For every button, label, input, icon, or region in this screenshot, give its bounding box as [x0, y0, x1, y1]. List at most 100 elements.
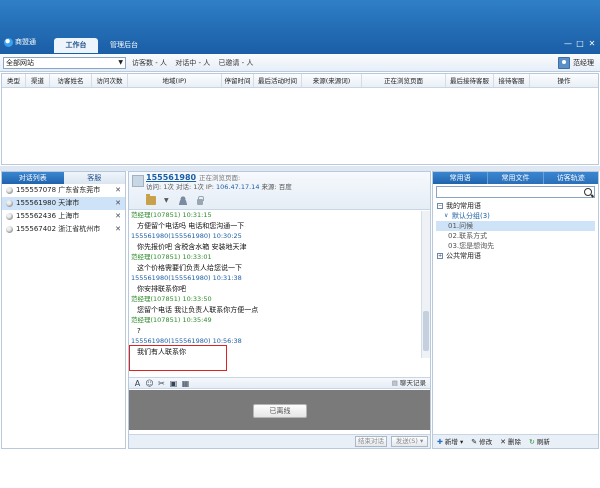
visitor-status-icon	[6, 226, 13, 233]
column-header[interactable]: 操作	[530, 74, 598, 87]
offline-button[interactable]: 已离线	[253, 404, 307, 418]
phrase-actions: ✚ 新增 ▾ ✎ 修改 ✕ 删除 ↻ 刷新	[433, 434, 598, 448]
list-item[interactable]: 155561980 天津市 ✕	[2, 197, 125, 210]
message-body: 你先报价吧 含税含水箱 安装地天津	[137, 243, 247, 251]
file-icon[interactable]: ▦	[181, 379, 190, 388]
tab-admin[interactable]: 管理后台	[104, 38, 144, 53]
chat-message: 范经理(107851) 10:33:01 这个价格需要们负责人给您说一下	[131, 253, 421, 274]
tab-agents[interactable]: 客服	[63, 172, 125, 184]
column-header[interactable]: 访客姓名	[50, 74, 92, 87]
tree-label: 公共常用语	[446, 252, 481, 260]
send-button[interactable]: 发送(S) ▾	[391, 436, 428, 447]
stat-invited: 已邀请 - 人	[218, 59, 254, 67]
tab-conversation-list[interactable]: 对话列表	[2, 172, 64, 184]
title-bar: 商盟通 工作台 管理后台 — □ ✕	[0, 0, 600, 54]
conversation-list-pane: 对话列表 客服 155557078 广东省东莞市 ✕ 155561980 天津市…	[1, 171, 126, 449]
chat-message: 155561980(155561980) 10:30:25 你先报价吧 含税含水…	[131, 232, 421, 253]
current-user[interactable]: 范经理	[558, 56, 594, 70]
search-icon[interactable]	[584, 188, 592, 196]
chevron-down-icon: ▼	[118, 59, 123, 66]
chat-message: 155561980(155561980) 10:31:38 你安排联系你吧	[131, 274, 421, 295]
tree-item[interactable]: 02.联系方式	[436, 231, 595, 241]
chat-history-link[interactable]: 聊天记录	[392, 378, 426, 389]
column-header[interactable]: 最后活动时间	[254, 74, 302, 87]
lock-icon[interactable]	[196, 195, 204, 205]
message-header: 范经理(107851) 10:33:50	[131, 295, 212, 303]
chat-scrollbar[interactable]	[421, 211, 430, 358]
folder-icon[interactable]	[146, 193, 156, 205]
phrase-search-input[interactable]	[436, 186, 595, 198]
emoji-icon[interactable]: ☺	[145, 379, 154, 388]
tab-visitor-track[interactable]: 访客轨迹	[542, 172, 598, 184]
font-icon[interactable]: A	[133, 379, 142, 388]
refresh-button[interactable]: ↻ 刷新	[525, 436, 554, 448]
site-select[interactable]: 全部网站 ▼	[3, 57, 126, 69]
close-icon[interactable]: ✕	[115, 184, 121, 197]
tree-node-my-phrases[interactable]: − 我的常用语	[436, 201, 595, 211]
maximize-icon[interactable]: □	[575, 39, 585, 49]
tab-workbench[interactable]: 工作台	[54, 38, 98, 53]
image-icon[interactable]: ▣	[169, 379, 178, 388]
scrollbar-thumb[interactable]	[423, 311, 429, 351]
tree-node-public-phrases[interactable]: + 公共常用语	[436, 251, 595, 261]
tree-item[interactable]: 03.您是想询先	[436, 241, 595, 251]
message-body: 你安排联系你吧	[137, 285, 186, 293]
logo-icon	[4, 37, 13, 47]
message-body: 方便留个电话吗 电话和您沟通一下	[137, 222, 245, 230]
end-conversation-button[interactable]: 结束对话	[355, 436, 387, 447]
visitor-status-icon	[6, 213, 13, 220]
column-header[interactable]: 访问次数	[92, 74, 128, 87]
column-header[interactable]: 渠道	[26, 74, 50, 87]
tree-item[interactable]: 01.问候	[436, 221, 595, 231]
chat-actions: 结束对话 发送(S) ▾	[129, 434, 430, 448]
site-select-value: 全部网站	[6, 59, 34, 67]
delete-icon: ✕	[500, 437, 506, 446]
message-header: 155561980(155561980) 10:30:25	[131, 232, 242, 240]
input-toolbar: A ☺ ✂ ▣ ▦ 聊天记录	[129, 377, 430, 389]
chevron-down-icon: ∨	[444, 212, 449, 219]
visit-info: 访问: 1次 对话: 1次 IP:	[146, 183, 214, 191]
close-icon[interactable]: ✕	[115, 223, 121, 236]
close-icon[interactable]: ✕	[587, 39, 597, 49]
tree-node-default-group[interactable]: ∨ 默认分组(3)	[436, 211, 595, 221]
right-tabs: 常用语 常用文件 访客轨迹	[433, 172, 598, 184]
list-item[interactable]: 155557078 广东省东莞市 ✕	[2, 184, 125, 197]
tab-phrases[interactable]: 常用语	[433, 172, 488, 184]
collapse-icon[interactable]: −	[437, 203, 443, 209]
add-phrase-button[interactable]: ✚ 新增 ▾	[433, 436, 467, 448]
column-header[interactable]: 接待客服	[494, 74, 530, 87]
message-body: 这个价格需要们负责人给您说一下	[137, 264, 242, 272]
column-header[interactable]: 停留时间	[222, 74, 254, 87]
chat-message: 范经理(107851) 10:33:50 您留个电话 我让负责人联系你方便一点	[131, 295, 421, 316]
list-item[interactable]: 155567402 浙江省杭州市 ✕	[2, 223, 125, 236]
column-header[interactable]: 地域(IP)	[128, 74, 222, 87]
chevron-down-icon[interactable]: ▼	[164, 196, 170, 205]
chat-pane: 155561980 正在浏览页面: 访问: 1次 对话: 1次 IP: 106.…	[128, 171, 431, 449]
chat-header: 155561980 正在浏览页面: 访问: 1次 对话: 1次 IP: 106.…	[129, 172, 430, 210]
minimize-icon[interactable]: —	[563, 39, 573, 49]
column-header[interactable]: 来源(来源词)	[302, 74, 362, 87]
stat-visitors: 访客数 - 人	[132, 59, 167, 67]
column-header[interactable]: 类型	[2, 74, 26, 87]
person-icon[interactable]	[178, 195, 188, 205]
chat-message: 范经理(107851) 10:35:49 ?	[131, 316, 421, 337]
refresh-icon: ↻	[528, 437, 535, 446]
delete-phrase-button[interactable]: ✕ 删除	[496, 436, 525, 448]
column-header[interactable]: 最后接待客服	[446, 74, 494, 87]
tab-files[interactable]: 常用文件	[487, 172, 543, 184]
chat-tools: ▼	[146, 193, 204, 206]
list-item[interactable]: 155562436 上海市 ✕	[2, 210, 125, 223]
toolbar: 全部网站 ▼ 访客数 - 人 对话中 - 人 已邀请 - 人 范经理	[0, 54, 600, 72]
visitor-label: 155562436 上海市	[16, 212, 80, 220]
expand-icon[interactable]: +	[437, 253, 443, 259]
chat-messages: 范经理(107851) 10:31:15 方便留个电话吗 电话和您沟通一下 15…	[129, 211, 421, 358]
column-header[interactable]: 正在浏览页面	[362, 74, 446, 87]
screenshot-icon[interactable]: ✂	[157, 379, 166, 388]
edit-phrase-button[interactable]: ✎ 修改	[467, 436, 496, 448]
close-icon[interactable]: ✕	[115, 210, 121, 223]
message-header: 155561980(155561980) 10:56:38	[131, 337, 242, 345]
close-icon[interactable]: ✕	[115, 197, 121, 210]
visitor-avatar-icon	[132, 175, 144, 187]
message-header: 范经理(107851) 10:35:49	[131, 316, 212, 324]
message-input-area[interactable]: 已离线	[129, 390, 430, 430]
